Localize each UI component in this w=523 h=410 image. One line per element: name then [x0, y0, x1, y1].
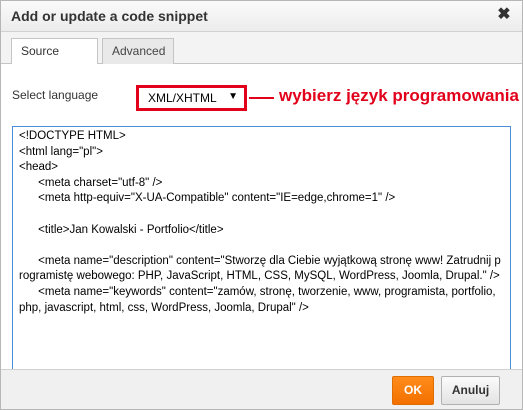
code-content: <!DOCTYPE HTML> <html lang="pl"> <head> …: [19, 130, 501, 314]
code-snippet-dialog: Add or update a code snippet ✖ Source co…: [0, 0, 523, 410]
language-select[interactable]: XML/XHTML ▼: [136, 85, 247, 111]
dialog-footer: OK Anuluj: [1, 369, 522, 409]
dialog-titlebar[interactable]: Add or update a code snippet ✖: [1, 1, 522, 32]
ok-button[interactable]: OK: [392, 376, 434, 405]
select-language-label: Select language: [12, 88, 99, 102]
cancel-button[interactable]: Anuluj: [441, 376, 500, 405]
annotation-text: wybierz język programowania: [279, 86, 519, 105]
tab-advanced[interactable]: Advanced: [102, 38, 174, 65]
code-textarea[interactable]: <!DOCTYPE HTML> <html lang="pl"> <head> …: [12, 126, 511, 393]
tab-bar: Source code Advanced: [1, 32, 522, 82]
language-select-value: XML/XHTML: [148, 91, 217, 105]
tab-panel-source-code: Select language XML/XHTML ▼ wybierz języ…: [1, 64, 522, 393]
close-icon[interactable]: ✖: [496, 6, 512, 24]
chevron-down-icon: ▼: [228, 91, 238, 102]
annotation-arrow-line: [249, 97, 274, 99]
dialog-title: Add or update a code snippet: [11, 8, 208, 24]
tab-source-code[interactable]: Source code: [11, 38, 98, 82]
